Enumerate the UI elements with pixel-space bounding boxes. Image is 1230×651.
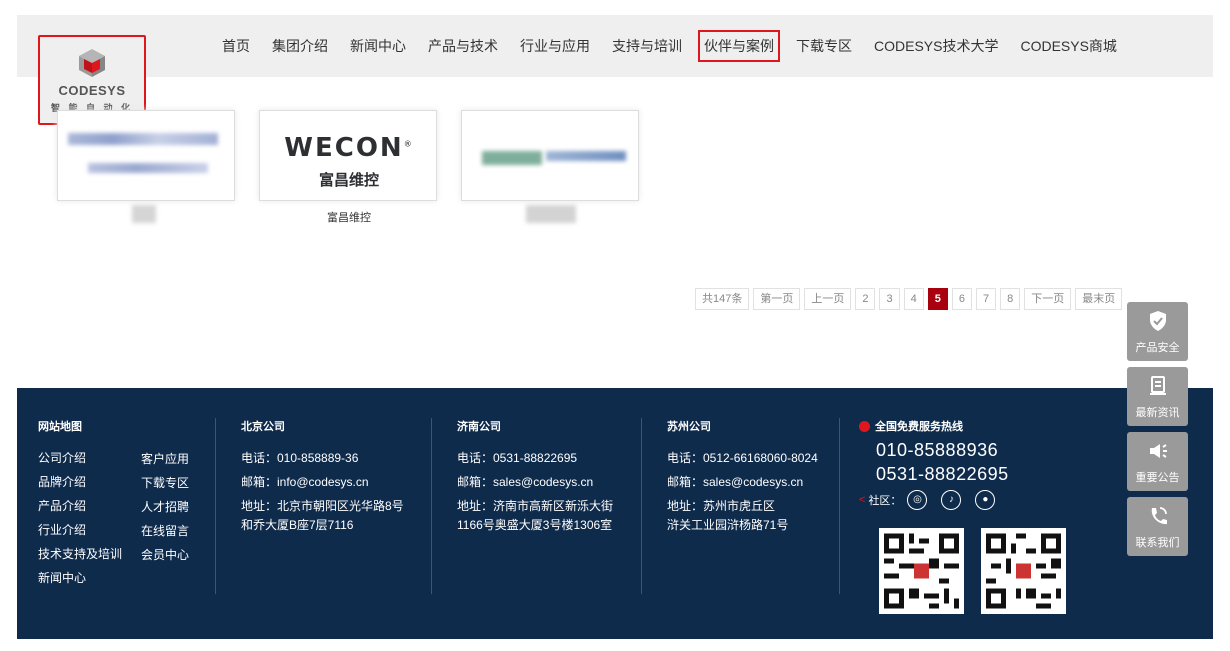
pagination-last[interactable]: 最末页 [1075, 288, 1123, 310]
office-email[interactable]: 邮箱：sales@codesys.cn [667, 470, 818, 494]
office-beijing: 北京公司 电话：010-858889-36 邮箱：info@codesys.cn… [241, 418, 404, 532]
side-tool-contact-us[interactable]: 联系我们 [1127, 497, 1188, 556]
sitemap-link[interactable]: 在线留言 [141, 519, 189, 543]
logo-name: CODESYS [58, 83, 126, 98]
side-tool-label: 重要公告 [1135, 472, 1180, 484]
side-tool-label: 联系我们 [1135, 537, 1180, 549]
footer: 网站地图 公司介绍 品牌介绍 产品介绍 行业介绍 技术支持及培训 新闻中心 客户… [17, 388, 1213, 639]
divider [215, 418, 216, 594]
office-phone: 电话：0512-66168060-8024 [667, 451, 818, 465]
pagination-current-page[interactable]: 5 [927, 288, 948, 310]
office-title: 北京公司 [241, 421, 285, 433]
qr-code-image [981, 528, 1066, 614]
office-address: 地址：济南市高新区新泺大街 [457, 499, 614, 513]
office-email[interactable]: 邮箱：info@codesys.cn [241, 470, 404, 494]
side-tool-latest-news[interactable]: 最新资讯 [1127, 367, 1188, 426]
side-tool-label: 最新资讯 [1135, 407, 1180, 419]
weibo-icon[interactable]: ◎ [907, 490, 928, 510]
pagination-page[interactable]: 2 [855, 288, 876, 310]
hotline-title: 全国免费服务热线 [875, 421, 963, 433]
document-icon [1149, 376, 1166, 395]
share-icon: < [859, 494, 866, 506]
community-label: 社区： [868, 495, 902, 507]
cube-logo-icon [79, 49, 105, 77]
sitemap-link[interactable]: 公司介绍 [38, 446, 122, 470]
office-title: 济南公司 [457, 421, 501, 433]
divider [641, 418, 642, 594]
qr-code-image [879, 528, 964, 614]
side-tool-label: 产品安全 [1135, 342, 1180, 354]
wecon-brand-subtext: 富昌维控 [318, 172, 379, 189]
sitemap-link[interactable]: 技术支持及培训 [38, 542, 122, 566]
divider [839, 418, 840, 594]
office-address: 1166号奥盛大厦3号楼1306室 [457, 518, 613, 532]
partner-name-blurred [526, 205, 576, 223]
nav-codesys-store[interactable]: CODESYS商城 [1020, 30, 1116, 62]
office-address: 浒关工业园浒杨路71号 [667, 518, 789, 532]
nav-news[interactable]: 新闻中心 [350, 30, 406, 62]
sitemap-link[interactable]: 客户应用 [141, 447, 189, 471]
office-address: 地址：北京市朝阳区光华路8号 [241, 499, 404, 513]
sitemap-title: 网站地图 [38, 421, 82, 433]
sitemap-link[interactable]: 人才招聘 [141, 495, 189, 519]
megaphone-icon [1149, 444, 1167, 458]
pagination-next[interactable]: 下一页 [1024, 288, 1072, 310]
divider [431, 418, 432, 594]
sitemap-link[interactable]: 行业介绍 [38, 518, 122, 542]
pagination-total: 共147条 [695, 288, 750, 310]
bell-icon[interactable]: ♪ [941, 490, 962, 510]
office-suzhou: 苏州公司 电话：0512-66168060-8024 邮箱：sales@code… [667, 418, 818, 532]
pagination: 共147条 第一页 上一页 2 3 4 5 6 7 8 下一页 最末页 [695, 288, 1126, 310]
pagination-page[interactable]: 3 [879, 288, 900, 310]
pagination-page[interactable]: 8 [1000, 288, 1021, 310]
office-title: 苏州公司 [667, 421, 711, 433]
sitemap-link[interactable]: 品牌介绍 [38, 470, 122, 494]
office-phone: 电话：0531-88822695 [457, 451, 578, 465]
pagination-page[interactable]: 7 [975, 288, 997, 310]
office-address: 地址：苏州市虎丘区 [667, 499, 776, 513]
side-tool-product-security[interactable]: 产品安全 [1127, 302, 1188, 361]
office-email[interactable]: 邮箱：sales@codesys.cn [457, 470, 613, 494]
partner-logo-image[interactable] [461, 110, 639, 201]
phone-icon [859, 420, 870, 432]
pagination-prev[interactable]: 上一页 [804, 288, 852, 310]
main-nav: 首页 集团介绍 新闻中心 产品与技术 行业与应用 支持与培训 伙伴与案例 下载专… [222, 30, 1139, 62]
nav-downloads[interactable]: 下载专区 [796, 30, 852, 62]
nav-partners-cases[interactable]: 伙伴与案例 [698, 30, 780, 62]
hotline-number: 010-85888936 [876, 440, 999, 460]
partner-caption[interactable]: 富昌维控 [249, 209, 449, 225]
sitemap-link[interactable]: 产品介绍 [38, 494, 122, 518]
nav-home[interactable]: 首页 [222, 30, 250, 62]
nav-support[interactable]: 支持与培训 [612, 30, 682, 62]
side-tool-announcement[interactable]: 重要公告 [1127, 432, 1188, 491]
wechat-icon[interactable]: ● [975, 490, 996, 510]
nav-products[interactable]: 产品与技术 [428, 30, 498, 62]
sitemap-link[interactable]: 新闻中心 [38, 566, 122, 590]
nav-group-intro[interactable]: 集团介绍 [272, 30, 328, 62]
nav-industry[interactable]: 行业与应用 [520, 30, 590, 62]
sitemap: 网站地图 公司介绍 品牌介绍 产品介绍 行业介绍 技术支持及培训 新闻中心 [38, 418, 122, 590]
hotline-number: 0531-88822695 [876, 464, 1009, 484]
pagination-page[interactable]: 4 [903, 288, 924, 310]
office-jinan: 济南公司 电话：0531-88822695 邮箱：sales@codesys.c… [457, 418, 613, 532]
sitemap-col2: 客户应用 下载专区 人才招聘 在线留言 会员中心 [141, 447, 189, 567]
wecon-logo-image[interactable]: WECON® 富昌维控 [259, 110, 437, 201]
wecon-brand-text: WECON [284, 133, 404, 163]
hotline: 全国免费服务热线 010-85888936 0531-88822695 < 社区… [859, 418, 1009, 510]
office-phone: 电话：010-858889-36 [241, 451, 359, 465]
nav-codesys-university[interactable]: CODESYS技术大学 [874, 30, 998, 62]
office-address: 和乔大厦B座7层7116 [241, 518, 354, 532]
partner-name-blurred [132, 205, 156, 223]
partner-logo-image[interactable] [57, 110, 235, 201]
pagination-page[interactable]: 6 [951, 288, 972, 310]
sitemap-link[interactable]: 会员中心 [141, 543, 189, 567]
sitemap-link[interactable]: 下载专区 [141, 471, 189, 495]
pagination-first[interactable]: 第一页 [753, 288, 801, 310]
shield-icon [1149, 311, 1166, 331]
phone-icon [1151, 507, 1167, 525]
